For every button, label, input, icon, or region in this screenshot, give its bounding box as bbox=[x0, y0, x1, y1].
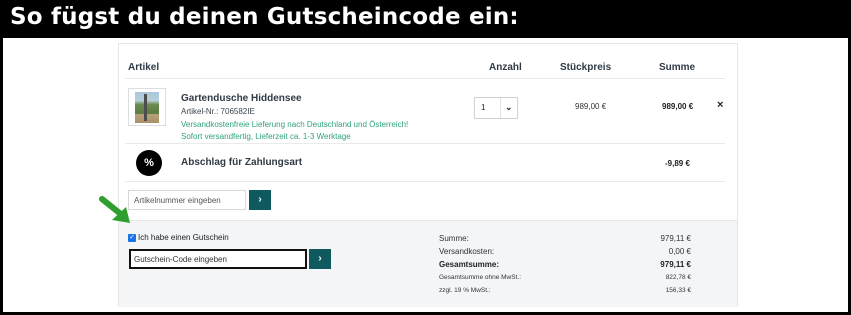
instruction-banner: So fügst du deinen Gutscheincode ein: bbox=[0, 0, 851, 38]
shower-post bbox=[144, 94, 147, 121]
fee-value: -9,89 € bbox=[665, 159, 690, 168]
product-article-number: Artikel-Nr.: 706582IE bbox=[181, 107, 255, 116]
quantity-select[interactable]: 1 ⌄ bbox=[474, 97, 518, 119]
product-image bbox=[135, 92, 159, 123]
totals-value-versand: 0,00 € bbox=[668, 247, 691, 256]
article-number-input[interactable]: Artikelnummer eingeben bbox=[128, 190, 246, 210]
voucher-checkbox[interactable]: ✓ bbox=[128, 234, 136, 242]
totals-label-gesamt: Gesamtsumme: bbox=[439, 260, 500, 269]
screenshot-panel: Artikel Anzahl Stückpreis Summe Gartendu… bbox=[3, 38, 848, 312]
col-header-anzahl: Anzahl bbox=[489, 62, 522, 73]
product-name-link[interactable]: Gartendusche Hiddensee bbox=[181, 93, 302, 104]
totals-label-mwst: zzgl. 19 % MwSt.: bbox=[439, 287, 491, 294]
col-header-stueckpreis: Stückpreis bbox=[560, 62, 612, 73]
divider bbox=[125, 78, 725, 79]
totals-label-summe: Summe: bbox=[439, 234, 469, 243]
shipping-note: Versandkostenfreie Lieferung nach Deutsc… bbox=[181, 120, 409, 129]
col-header-artikel: Artikel bbox=[128, 62, 160, 73]
totals-value-netto: 822,78 € bbox=[665, 274, 691, 281]
add-article-button[interactable]: › bbox=[249, 190, 271, 210]
totals-label-netto: Gesamtsumme ohne MwSt.: bbox=[439, 274, 521, 281]
quantity-separator bbox=[500, 98, 501, 118]
fee-label: Abschlag für Zahlungsart bbox=[181, 157, 303, 168]
chevron-down-icon[interactable]: ⌄ bbox=[505, 102, 513, 113]
line-total: 989,00 € bbox=[662, 102, 694, 111]
totals-label-versand: Versandkosten: bbox=[439, 247, 495, 256]
availability-note: Sofort versandfertig, Lieferzeit ca. 1-3… bbox=[181, 132, 351, 141]
apply-voucher-button[interactable]: › bbox=[309, 249, 331, 269]
col-header-summe: Summe bbox=[659, 62, 696, 73]
totals-value-summe: 979,11 € bbox=[660, 234, 691, 243]
product-thumbnail[interactable] bbox=[128, 88, 166, 126]
unit-price: 989,00 € bbox=[575, 102, 607, 111]
quantity-value: 1 bbox=[481, 103, 486, 112]
cart-card: Artikel Anzahl Stückpreis Summe Gartendu… bbox=[118, 43, 738, 307]
totals-value-mwst: 156,33 € bbox=[665, 287, 691, 294]
totals-value-gesamt: 979,11 € bbox=[660, 260, 691, 269]
remove-item-icon[interactable]: × bbox=[717, 99, 723, 111]
banner-title: So fügst du deinen Gutscheincode ein: bbox=[10, 4, 519, 30]
divider bbox=[125, 143, 725, 144]
green-arrow-icon bbox=[99, 196, 130, 223]
divider bbox=[125, 181, 725, 182]
voucher-checkbox-label[interactable]: Ich habe einen Gutschein bbox=[138, 233, 229, 242]
percent-icon: % bbox=[136, 150, 162, 176]
voucher-and-totals-section: ✓ Ich habe einen Gutschein Gutschein-Cod… bbox=[119, 220, 737, 307]
voucher-code-input[interactable]: Gutschein-Code eingeben bbox=[129, 249, 307, 269]
